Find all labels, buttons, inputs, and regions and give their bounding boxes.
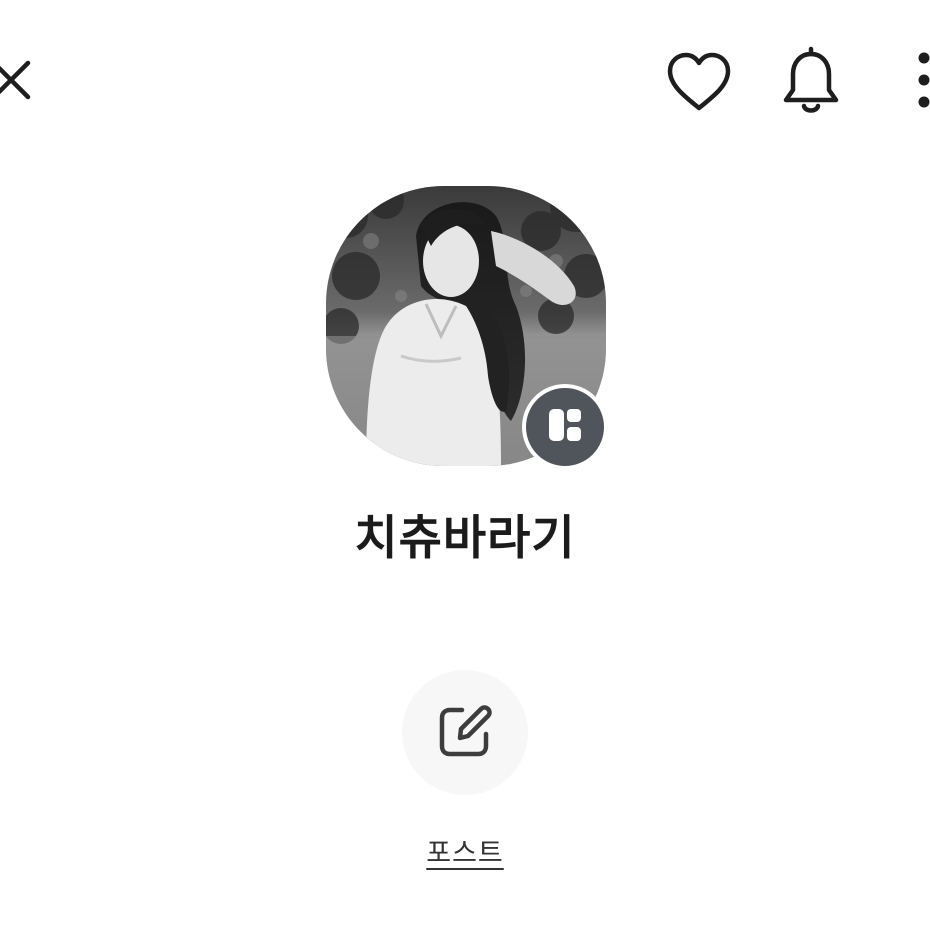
kakao-view-badge[interactable] (522, 384, 608, 470)
bell-icon (780, 46, 842, 118)
kakao-view-icon (546, 406, 584, 448)
profile-avatar-container[interactable] (326, 186, 608, 470)
post-button-circle[interactable] (402, 670, 528, 795)
profile-screen: 치츄바라기 포스트 (0, 0, 930, 930)
more-vertical-icon (910, 46, 930, 116)
heart-icon (664, 50, 734, 116)
more-options-button[interactable] (910, 46, 930, 116)
notification-button[interactable] (780, 46, 842, 118)
close-icon (0, 50, 42, 110)
post-label[interactable]: 포스트 (426, 831, 504, 870)
profile-name: 치츄바라기 (354, 511, 576, 566)
like-button[interactable] (664, 50, 734, 116)
edit-icon (434, 700, 496, 766)
post-button[interactable]: 포스트 (375, 670, 555, 870)
close-button[interactable] (0, 50, 42, 110)
